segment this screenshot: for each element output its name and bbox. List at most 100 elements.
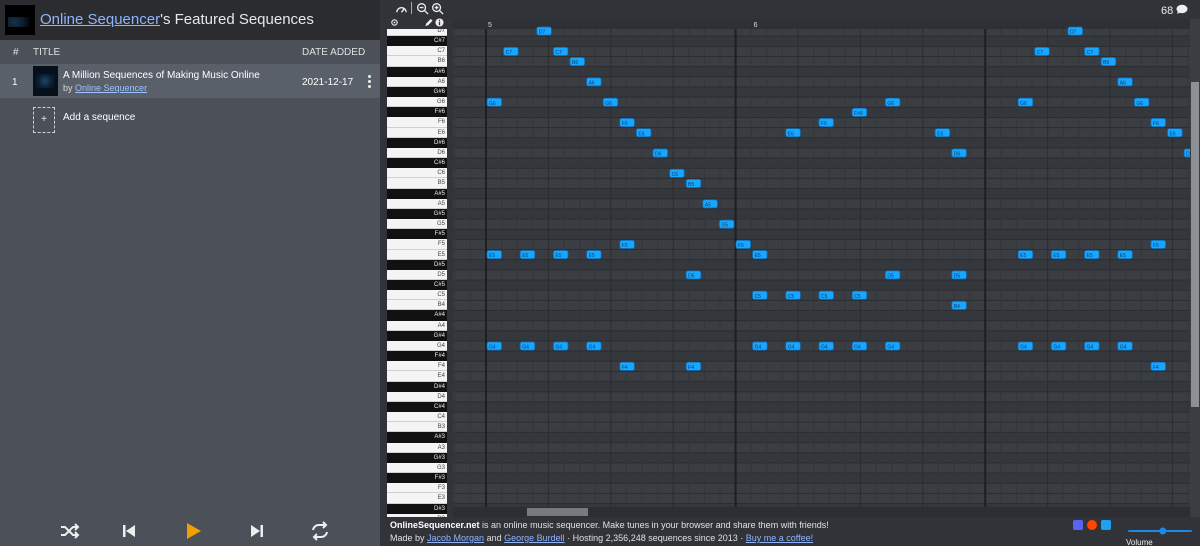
piano-key[interactable]: C6 [387, 168, 447, 179]
note-label: E5 [1120, 253, 1126, 259]
piano-key[interactable]: D5 [387, 269, 447, 280]
skip-back-icon[interactable] [117, 519, 141, 543]
zoom-out-icon[interactable] [416, 2, 429, 15]
author-link-jacob[interactable]: Jacob Morgan [427, 533, 484, 543]
piano-key[interactable]: F#6 [387, 107, 447, 118]
add-sequence-label[interactable]: Add a sequence [63, 112, 135, 123]
piano-key[interactable]: G#5 [387, 208, 447, 220]
coffee-link[interactable]: Buy me a coffee! [746, 533, 813, 543]
piano-key[interactable]: G#6 [387, 86, 447, 98]
info-icon[interactable] [435, 18, 444, 27]
note-label: E6 [638, 131, 644, 137]
piano-key[interactable]: F3 [387, 483, 447, 494]
piano-key[interactable]: B5 [387, 178, 447, 189]
piano-key[interactable]: C7 [387, 46, 447, 57]
horizontal-scroll-thumb[interactable] [527, 508, 588, 516]
note-label: G4 [887, 345, 894, 351]
piano-key[interactable]: C#5 [387, 280, 447, 291]
piano-key[interactable]: D#5 [387, 259, 447, 270]
piano-key[interactable]: F#5 [387, 229, 447, 240]
note-label: F6 [821, 121, 827, 127]
piano-keyboard[interactable]: D7 C#7 C7 B6 A#6 A6 G#6 G6 F#6 F6 E6 D#6 D6 C#6 C6 B5 A#… [387, 29, 447, 517]
piano-key[interactable]: F5 [387, 239, 447, 250]
piano-key[interactable]: G#4 [387, 330, 447, 341]
featured-panel: Online Sequencer's Featured Sequences # … [0, 0, 380, 546]
piano-key[interactable]: G#3 [387, 452, 447, 463]
piano-key[interactable]: D#6 [387, 137, 447, 148]
piano-key[interactable]: B4 [387, 300, 447, 311]
note-label: G4 [1020, 345, 1027, 351]
discord-icon[interactable] [1073, 520, 1083, 530]
play-icon[interactable] [181, 519, 205, 543]
piano-key[interactable]: A#6 [387, 66, 447, 77]
comment-counter[interactable]: 68 [1161, 4, 1188, 17]
piano-key[interactable]: A3 [387, 442, 447, 453]
piano-key[interactable]: B6 [387, 56, 447, 67]
piano-key[interactable]: F4 [387, 361, 447, 372]
piano-key[interactable]: A#3 [387, 432, 447, 443]
author-link-george[interactable]: George Burdell [504, 533, 565, 543]
piano-key[interactable]: C#6 [387, 158, 447, 169]
volume-slider[interactable] [1128, 527, 1192, 535]
piano-key[interactable]: F#3 [387, 473, 447, 484]
piano-key[interactable]: A5 [387, 198, 447, 209]
piano-key[interactable]: G4 [387, 340, 447, 352]
piano-key[interactable]: E3 [387, 493, 447, 504]
settings-icon[interactable] [390, 18, 399, 27]
piano-key[interactable]: A#4 [387, 310, 447, 321]
owner-link[interactable]: Online Sequencer [40, 11, 160, 28]
footer: OnlineSequencer.net is an online music s… [387, 517, 1200, 546]
piano-key[interactable]: E6 [387, 127, 447, 138]
more-vertical-icon[interactable] [366, 74, 372, 90]
piano-key[interactable]: D4 [387, 391, 447, 402]
repeat-icon[interactable] [308, 519, 332, 543]
piano-key[interactable]: A4 [387, 320, 447, 331]
note-label: E5 [755, 253, 761, 259]
col-title[interactable]: TITLE [33, 47, 60, 58]
piano-key[interactable]: E4 [387, 371, 447, 382]
piano-key[interactable]: F#4 [387, 351, 447, 362]
note-grid-canvas[interactable]: 5 6 G6 C7 D7 C7 B6 A6 G6 F6 E6 D6 C6 B5 A5 G5 F5 E5 E6 F6 F#… [453, 19, 1190, 517]
piano-key[interactable]: G5 [387, 219, 447, 230]
note-label: G6 [887, 101, 894, 107]
footer-line-1: OnlineSequencer.net is an online music s… [390, 520, 829, 530]
piano-key[interactable]: D7 [387, 29, 447, 37]
piano-key[interactable]: C4 [387, 412, 447, 423]
piano-key[interactable]: G3 [387, 462, 447, 474]
piano-key[interactable]: D#4 [387, 381, 447, 392]
piano-key[interactable]: D6 [387, 147, 447, 159]
col-date[interactable]: DATE ADDED [302, 47, 365, 58]
author-link[interactable]: Online Sequencer [75, 83, 147, 93]
skip-forward-icon[interactable] [245, 519, 269, 543]
comments-icon[interactable] [1176, 4, 1188, 15]
piano-key[interactable]: G6 [387, 97, 447, 108]
piano-key[interactable]: E5 [387, 249, 447, 260]
add-sequence-row[interactable]: + Add a sequence [0, 104, 380, 134]
speedometer-icon[interactable] [395, 3, 408, 16]
vertical-scroll-thumb[interactable] [1191, 82, 1199, 407]
reddit-icon[interactable] [1087, 520, 1097, 530]
add-icon[interactable]: + [33, 107, 55, 133]
piano-key[interactable]: C#4 [387, 401, 447, 413]
table-row[interactable]: 1 A Million Sequences of Making Music On… [0, 65, 380, 98]
piano-key[interactable]: D#3 [387, 503, 447, 514]
piano-key[interactable]: F6 [387, 117, 447, 128]
note-label: F6 [1153, 121, 1159, 127]
piano-key[interactable]: A6 [387, 76, 447, 87]
note-label: B4 [954, 304, 960, 310]
pencil-icon[interactable] [424, 18, 434, 27]
row-number: 1 [12, 77, 18, 88]
volume-knob[interactable] [1159, 527, 1167, 535]
zoom-in-icon[interactable] [431, 2, 444, 15]
piano-key[interactable]: B3 [387, 422, 447, 433]
piano-key[interactable]: C#7 [387, 36, 447, 47]
transport-bar [0, 516, 380, 546]
sequence-title[interactable]: A Million Sequences of Making Music Onli… [63, 70, 260, 81]
sequence-author: by Online Sequencer [63, 83, 147, 93]
twitter-icon[interactable] [1101, 520, 1111, 530]
note-grid[interactable]: 5 6 G6 C7 D7 C7 B6 A6 G6 F6 E6 D6 C6 B5 A5 G5 F5 E5 E6 F6 F#… [453, 19, 1190, 517]
piano-key[interactable]: A#5 [387, 188, 447, 199]
piano-key[interactable]: C5 [387, 290, 447, 301]
note-label: F4 [1153, 365, 1159, 371]
shuffle-icon[interactable] [57, 519, 81, 543]
